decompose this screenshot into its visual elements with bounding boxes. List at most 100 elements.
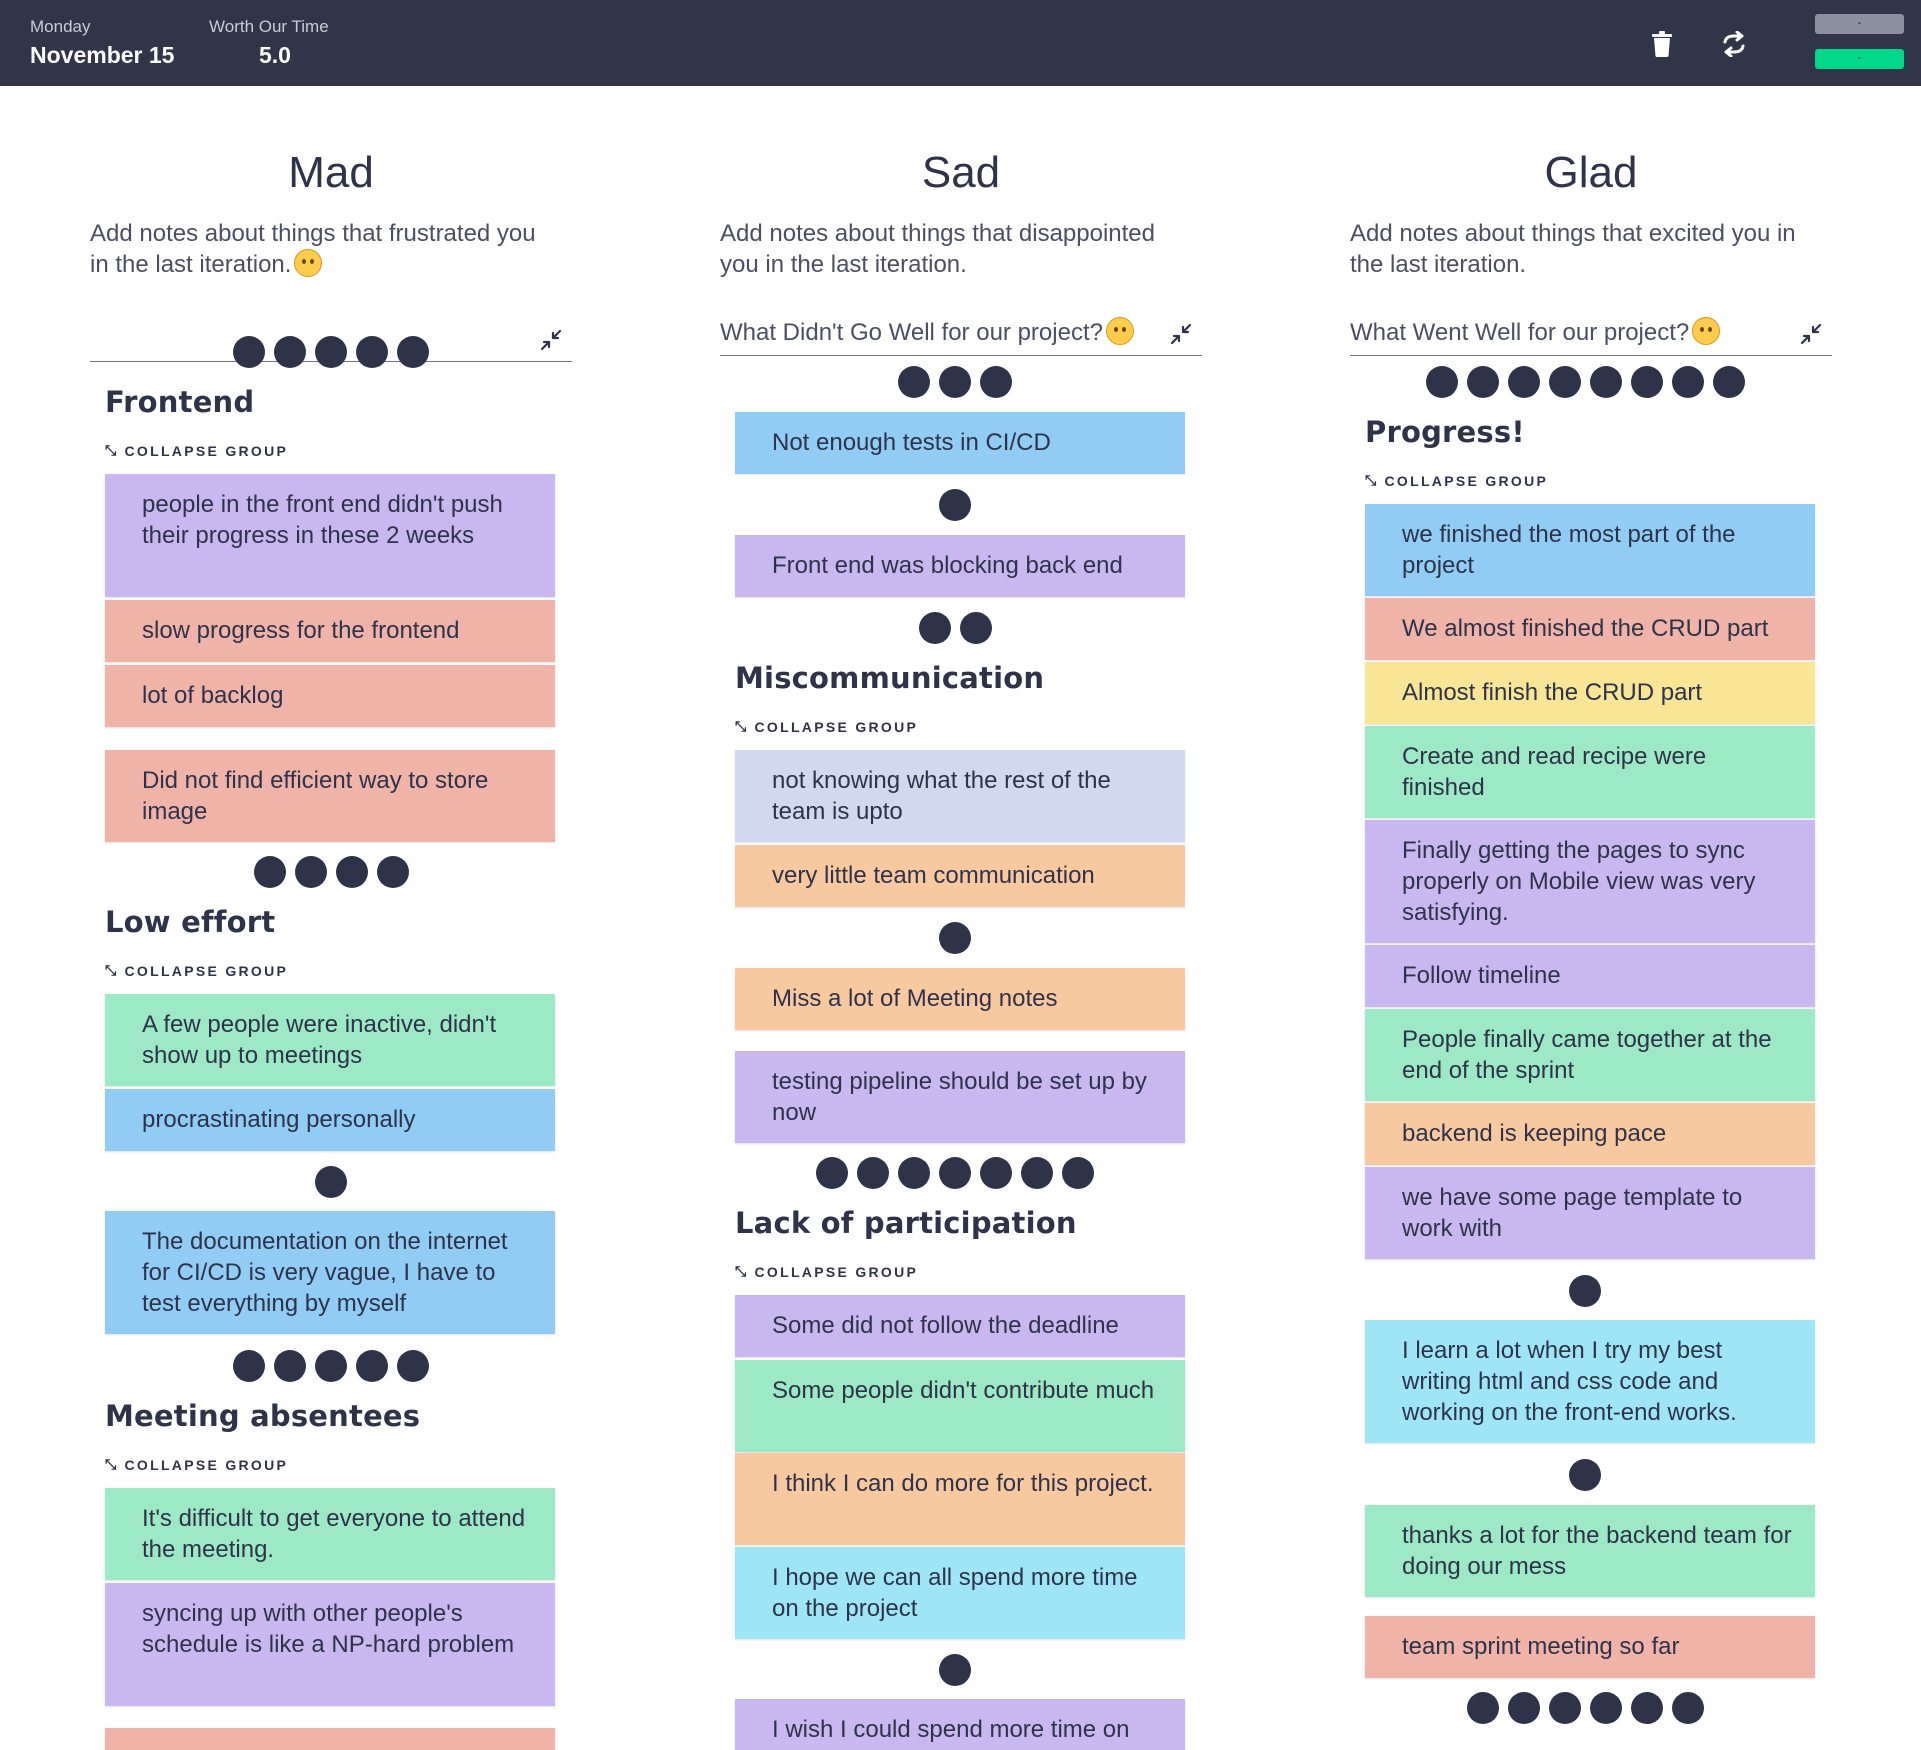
- vote-dot[interactable]: [397, 336, 429, 368]
- vote-dots: [90, 336, 572, 368]
- note-card[interactable]: I hope we can all spend more time on the…: [735, 1547, 1185, 1639]
- note-card[interactable]: Follow timeline: [1365, 945, 1815, 1007]
- vote-dot[interactable]: [1507, 366, 1540, 398]
- vote-dot[interactable]: [233, 336, 265, 368]
- vote-dot[interactable]: [980, 1157, 1012, 1189]
- vote-dot[interactable]: [1425, 366, 1458, 398]
- note-card[interactable]: Miss a lot of Meeting notes: [735, 968, 1185, 1030]
- vote-dot[interactable]: [233, 1350, 265, 1382]
- column-title: Glad: [1544, 148, 1638, 197]
- vote-dot[interactable]: [918, 612, 951, 644]
- vote-dot[interactable]: [816, 1157, 848, 1189]
- note-input[interactable]: What Went Well for our project?: [1350, 310, 1832, 356]
- note-card[interactable]: lot of backlog: [105, 665, 555, 727]
- vote-dot[interactable]: [376, 856, 409, 888]
- note-card[interactable]: People finally came together at the end …: [1365, 1009, 1815, 1101]
- vote-dot[interactable]: [356, 336, 388, 368]
- vote-dot[interactable]: [857, 1157, 889, 1189]
- bottom-status-button[interactable]: -: [1815, 49, 1904, 69]
- note-card[interactable]: not knowing what the rest of the team is…: [735, 750, 1185, 842]
- vote-dot[interactable]: [1630, 366, 1663, 398]
- vote-dot[interactable]: [939, 1654, 971, 1686]
- trash-icon[interactable]: [1642, 24, 1682, 64]
- note-card[interactable]: I learn a lot when I try my best writing…: [1365, 1320, 1815, 1443]
- vote-dot[interactable]: [1548, 1692, 1581, 1724]
- note-card[interactable]: Did not find efficient way to store imag…: [105, 750, 555, 842]
- collapse-group-button[interactable]: ⤡ COLLAPSE GROUP: [1365, 472, 1548, 489]
- note-card[interactable]: thanks a lot for the backend team for do…: [1365, 1505, 1815, 1597]
- vote-dot[interactable]: [1630, 1692, 1663, 1724]
- vote-dot[interactable]: [959, 612, 992, 644]
- vote-dot[interactable]: [1589, 1692, 1622, 1724]
- vote-dot[interactable]: [294, 856, 327, 888]
- note-card[interactable]: very little team communication: [735, 845, 1185, 907]
- note-card[interactable]: I think I can do more for this project.: [735, 1453, 1185, 1545]
- vote-dot[interactable]: [274, 1350, 306, 1382]
- note-card[interactable]: Not enough tests in CI/CD: [735, 412, 1185, 474]
- note-card[interactable]: Finally getting the pages to sync proper…: [1365, 820, 1815, 943]
- vote-dots: [720, 922, 1190, 954]
- note-card[interactable]: We almost finished the CRUD part: [1365, 598, 1815, 660]
- vote-dot[interactable]: [1507, 1692, 1540, 1724]
- note-card[interactable]: I wish I could spend more time on: [735, 1699, 1185, 1750]
- vote-dots: [720, 1157, 1190, 1189]
- collapse-arrows-icon[interactable]: [1800, 323, 1822, 345]
- note-card[interactable]: slow progress for the frontend: [105, 600, 555, 662]
- note-card[interactable]: Front end was blocking back end: [735, 535, 1185, 597]
- vote-dot[interactable]: [1548, 366, 1581, 398]
- note-input[interactable]: What Didn't Go Well for our project?: [720, 310, 1202, 356]
- refresh-icon[interactable]: [1714, 24, 1754, 64]
- note-card[interactable]: team sprint meeting so far: [1365, 1616, 1815, 1678]
- note-card[interactable]: syncing up with other people's schedule …: [105, 1583, 555, 1706]
- note-card[interactable]: backend is keeping pace: [1365, 1103, 1815, 1165]
- collapse-group-button[interactable]: ⤡ COLLAPSE GROUP: [735, 718, 918, 735]
- vote-dot[interactable]: [1589, 366, 1622, 398]
- note-card[interactable]: Some did not follow the deadline: [735, 1295, 1185, 1357]
- vote-dot[interactable]: [253, 856, 286, 888]
- note-card[interactable]: we finished the most part of the project: [1365, 504, 1815, 596]
- vote-dot[interactable]: [1021, 1157, 1053, 1189]
- vote-dot[interactable]: [1671, 366, 1704, 398]
- note-card[interactable]: Some people didn't contribute much: [735, 1360, 1185, 1452]
- vote-dot[interactable]: [939, 489, 971, 521]
- collapse-group-button[interactable]: ⤡ COLLAPSE GROUP: [105, 442, 288, 459]
- collapse-group-button[interactable]: ⤡ COLLAPSE GROUP: [105, 1456, 288, 1473]
- vote-dot[interactable]: [898, 366, 930, 398]
- collapse-group-button[interactable]: ⤡ COLLAPSE GROUP: [105, 962, 288, 979]
- vote-dots: [1350, 366, 1820, 398]
- vote-dot[interactable]: [1712, 366, 1745, 398]
- vote-dot[interactable]: [274, 336, 306, 368]
- vote-dot[interactable]: [1466, 366, 1499, 398]
- column-description: Add notes about things that excited you …: [1350, 220, 1796, 278]
- note-card[interactable]: people in the front end didn't push thei…: [105, 474, 555, 597]
- note-card[interactable]: It's difficult to get everyone to attend…: [105, 1488, 555, 1580]
- vote-dot[interactable]: [1062, 1157, 1094, 1189]
- vote-dot[interactable]: [1569, 1275, 1601, 1307]
- note-card[interactable]: Almost finish the CRUD part: [1365, 662, 1815, 724]
- vote-dot[interactable]: [1671, 1692, 1704, 1724]
- vote-dot[interactable]: [315, 1166, 347, 1198]
- vote-dot[interactable]: [1466, 1692, 1499, 1724]
- note-card-partial[interactable]: [105, 1728, 555, 1750]
- group-title: Lack of participation: [735, 1206, 1077, 1240]
- note-card[interactable]: testing pipeline should be set up by now: [735, 1051, 1185, 1143]
- vote-dot[interactable]: [939, 1157, 971, 1189]
- note-card[interactable]: procrastinating personally: [105, 1089, 555, 1151]
- note-card[interactable]: Create and read recipe were finished: [1365, 726, 1815, 818]
- note-card[interactable]: The documentation on the internet for CI…: [105, 1211, 555, 1334]
- vote-dot[interactable]: [315, 1350, 347, 1382]
- vote-dot[interactable]: [315, 336, 347, 368]
- top-status-button[interactable]: -: [1815, 14, 1904, 34]
- collapse-group-button[interactable]: ⤡ COLLAPSE GROUP: [735, 1263, 918, 1280]
- vote-dot[interactable]: [939, 366, 971, 398]
- vote-dot[interactable]: [356, 1350, 388, 1382]
- vote-dot[interactable]: [397, 1350, 429, 1382]
- collapse-arrows-icon[interactable]: [1170, 323, 1192, 345]
- vote-dot[interactable]: [335, 856, 368, 888]
- vote-dot[interactable]: [980, 366, 1012, 398]
- note-card[interactable]: A few people were inactive, didn't show …: [105, 994, 555, 1086]
- vote-dot[interactable]: [939, 922, 971, 954]
- vote-dot[interactable]: [898, 1157, 930, 1189]
- vote-dot[interactable]: [1569, 1459, 1601, 1491]
- note-card[interactable]: we have some page template to work with: [1365, 1167, 1815, 1259]
